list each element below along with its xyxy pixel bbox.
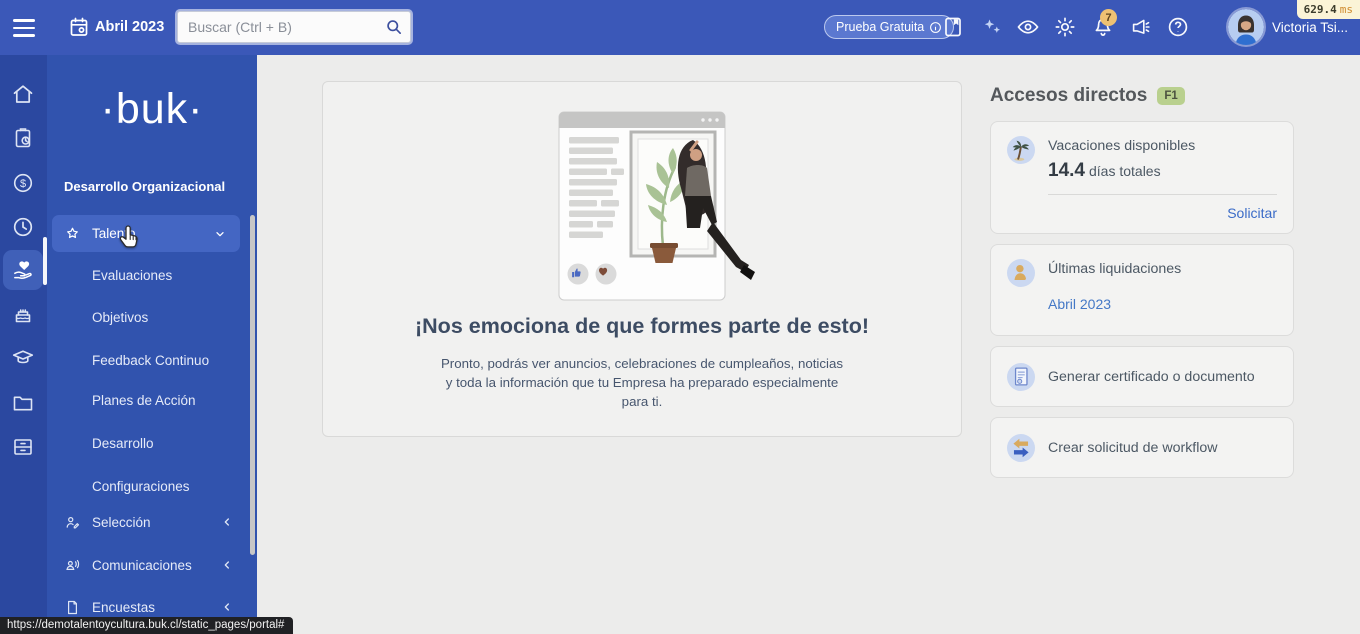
sidebar-item-seleccion[interactable]: Selección xyxy=(47,507,257,537)
sidebar: ·buk· Desarrollo Organizacional Talento … xyxy=(47,55,257,634)
gear-icon[interactable] xyxy=(1053,15,1077,39)
sidebar-item-label: Configuraciones xyxy=(92,479,190,494)
sidebar-item-evaluaciones[interactable]: Evaluaciones xyxy=(47,260,257,290)
status-url-bar: https://demotalentoycultura.buk.cl/stati… xyxy=(0,617,293,634)
sidebar-item-configuraciones[interactable]: Configuraciones xyxy=(47,471,257,501)
shortcut-title: Vacaciones disponibles xyxy=(1048,136,1277,154)
person-speaking-icon xyxy=(64,557,81,574)
cake-icon[interactable] xyxy=(11,302,35,326)
user-name[interactable]: Victoria Tsi... xyxy=(1272,20,1354,35)
palm-tree-icon xyxy=(1007,136,1035,164)
sidebar-scrollbar[interactable] xyxy=(250,215,255,555)
graduation-cap-icon[interactable] xyxy=(11,346,35,370)
calendar-icon[interactable] xyxy=(67,15,91,39)
sidebar-item-label: Objetivos xyxy=(92,310,148,325)
welcome-body: Pronto, podrás ver anuncios, celebracion… xyxy=(323,354,961,411)
main-content: ¡Nos emociona de que formes parte de est… xyxy=(257,55,1360,634)
shortcut-card-workflow[interactable]: Crear solicitud de workflow xyxy=(990,417,1294,478)
person-edit-icon xyxy=(64,514,81,531)
megaphone-icon[interactable] xyxy=(1128,15,1152,39)
free-trial-badge[interactable]: Prueba Gratuita xyxy=(824,15,954,39)
sidebar-item-label: Evaluaciones xyxy=(92,268,172,283)
chevron-left-icon xyxy=(219,514,235,530)
folder-icon[interactable] xyxy=(11,391,35,415)
module-rail: $ xyxy=(0,55,47,634)
chevron-left-icon xyxy=(219,599,235,615)
welcome-illustration xyxy=(517,110,767,302)
welcome-card: ¡Nos emociona de que formes parte de est… xyxy=(322,81,962,437)
bookmark-icon[interactable] xyxy=(941,15,965,39)
request-vacation-link[interactable]: Solicitar xyxy=(1048,205,1277,221)
topbar: Abril 2023 Prueba Gratuita 7 xyxy=(0,0,1360,55)
profiler-badge[interactable]: 629.4 ms xyxy=(1297,0,1360,19)
shortcuts-title: Accesos directos xyxy=(990,85,1147,107)
period-label[interactable]: Abril 2023 xyxy=(95,19,164,35)
certificate-icon xyxy=(1007,363,1035,391)
svg-text:$: $ xyxy=(20,178,26,190)
shortcut-card-vacations[interactable]: Vacaciones disponibles 14.4días totales … xyxy=(990,121,1294,234)
welcome-body-line: Pronto, podrás ver anuncios, celebracion… xyxy=(323,354,961,373)
sidebar-item-label: Selección xyxy=(92,515,151,530)
sidebar-item-label: Talento xyxy=(92,226,136,241)
sidebar-item-comunicaciones[interactable]: Comunicaciones xyxy=(47,550,257,580)
welcome-body-line: para ti. xyxy=(323,392,961,411)
profiler-unit: ms xyxy=(1340,3,1353,16)
talent-hand-heart-icon[interactable] xyxy=(11,258,35,282)
shortcuts-panel: Accesos directos F1 xyxy=(990,85,1294,488)
chevron-down-icon xyxy=(212,226,228,242)
workflow-arrows-icon xyxy=(1007,434,1035,462)
shortcut-title: Crear solicitud de workflow xyxy=(1048,440,1277,456)
vacation-days-value: 14.4 xyxy=(1048,160,1085,181)
buk-logo: ·buk· xyxy=(47,85,257,134)
sidebar-item-label: Comunicaciones xyxy=(92,558,192,573)
currency-icon[interactable]: $ xyxy=(11,171,35,195)
sidebar-item-talento[interactable]: Talento xyxy=(52,215,240,252)
search-icon[interactable] xyxy=(384,17,404,37)
hotkey-badge[interactable]: F1 xyxy=(1157,87,1184,105)
welcome-body-line: y toda la información que tu Empresa ha … xyxy=(323,373,961,392)
sidebar-item-objetivos[interactable]: Objetivos xyxy=(47,302,257,332)
archive-icon[interactable] xyxy=(11,435,35,459)
welcome-title: ¡Nos emociona de que formes parte de est… xyxy=(323,314,961,339)
sidebar-item-planes-de-accion[interactable]: Planes de Acción xyxy=(47,385,257,415)
star-icon xyxy=(64,225,81,242)
shortcut-card-certificate[interactable]: Generar certificado o documento xyxy=(990,346,1294,407)
chevron-left-icon xyxy=(219,557,235,573)
sidebar-item-label: Encuestas xyxy=(92,600,155,615)
free-trial-label: Prueba Gratuita xyxy=(836,20,924,34)
sidebar-item-label: Feedback Continuo xyxy=(92,353,209,368)
document-icon xyxy=(64,599,81,616)
profiler-time: 629.4 xyxy=(1304,3,1337,16)
search-input[interactable] xyxy=(177,11,411,43)
shortcut-title: Últimas liquidaciones xyxy=(1048,259,1277,277)
sidebar-item-feedback-continuo[interactable]: Feedback Continuo xyxy=(47,345,257,375)
time-icon[interactable] xyxy=(11,215,35,239)
shortcut-title: Generar certificado o documento xyxy=(1048,369,1277,385)
shortcut-card-liquidations[interactable]: Últimas liquidaciones Abril 2023 xyxy=(990,244,1294,336)
notification-count-badge[interactable]: 7 xyxy=(1100,9,1117,26)
avatar[interactable] xyxy=(1228,9,1264,45)
sidebar-item-label: Desarrollo xyxy=(92,436,154,451)
sidebar-item-desarrollo[interactable]: Desarrollo xyxy=(47,428,257,458)
person-icon xyxy=(1007,259,1035,287)
sparkles-icon[interactable] xyxy=(980,15,1004,39)
hamburger-menu-icon[interactable] xyxy=(13,19,37,37)
home-icon[interactable] xyxy=(11,82,35,106)
help-icon[interactable] xyxy=(1166,15,1190,39)
vacation-days-label: días totales xyxy=(1089,163,1161,179)
sidebar-item-label: Planes de Acción xyxy=(92,393,196,408)
avatar-illustration xyxy=(1228,9,1264,45)
eye-icon[interactable] xyxy=(1016,15,1040,39)
liquidation-period-link[interactable]: Abril 2023 xyxy=(1048,296,1277,312)
divider xyxy=(1048,194,1277,195)
tasks-icon[interactable] xyxy=(11,126,35,150)
sidebar-section-title: Desarrollo Organizacional xyxy=(64,179,225,194)
search-box xyxy=(177,11,411,43)
